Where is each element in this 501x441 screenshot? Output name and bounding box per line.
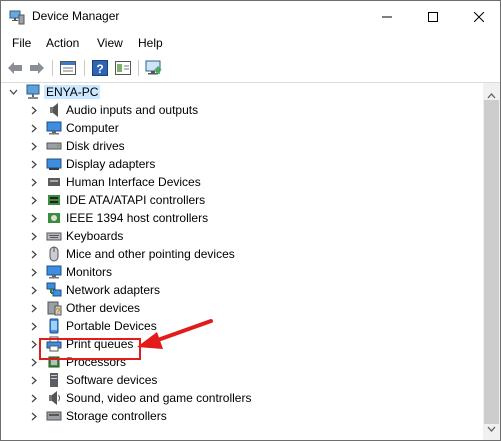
ide-controller-icon [46,192,62,208]
monitor-icon [46,264,62,280]
scroll-down-icon[interactable] [487,421,496,435]
tree-item-computer[interactable]: Computer [1,119,483,137]
tree-item-label: Display adapters [66,157,156,171]
device-manager-app-icon [9,9,25,25]
disk-drive-icon [46,138,62,154]
vertical-scrollbar[interactable] [483,83,500,440]
scrollbar-thumb[interactable] [484,100,499,424]
chevron-right-icon[interactable] [28,407,40,425]
chevron-right-icon[interactable] [28,137,40,155]
tree-item-sound-video-and-game-controllers[interactable]: Sound, video and game controllers [1,389,483,407]
tree-item-label: Disk drives [66,139,125,153]
tree-item-label: Storage controllers [66,409,167,423]
tree-item-ieee-1394-host-controllers[interactable]: IEEE 1394 host controllers [1,209,483,227]
display-adapter-icon [46,156,62,172]
minimize-button[interactable] [364,1,410,32]
tree-item-label: IDE ATA/ATAPI controllers [66,193,206,207]
window-title: Device Manager [32,9,120,23]
tree-item-mice-and-other-pointing-devices[interactable]: Mice and other pointing devices [1,245,483,263]
monitor-icon [46,120,62,136]
forward-arrow-icon[interactable] [27,58,47,78]
chevron-right-icon[interactable] [28,119,40,137]
chevron-right-icon[interactable] [28,389,40,407]
properties-grid-icon[interactable] [58,58,78,78]
menu-help[interactable]: Help [138,36,163,50]
software-device-icon [46,372,62,388]
storage-icon [46,408,62,424]
tree-root[interactable]: ENYA-PC [1,83,483,101]
menu-file[interactable]: File [12,36,31,50]
tree-item-software-devices[interactable]: Software devices [1,371,483,389]
tree-item-label: Sound, video and game controllers [66,391,252,405]
tree-item-label: Monitors [66,265,113,279]
tree-item-label: Network adapters [66,283,161,297]
svg-text:?: ? [96,62,103,76]
other-device-icon: ? [46,300,62,316]
chevron-right-icon[interactable] [28,281,40,299]
chevron-right-icon[interactable] [28,155,40,173]
mouse-icon [46,246,62,262]
tree-item-keyboards[interactable]: Keyboards [1,227,483,245]
tree-item-label: Audio inputs and outputs [66,103,199,117]
chevron-right-icon[interactable] [28,245,40,263]
chevron-right-icon[interactable] [28,101,40,119]
chevron-right-icon[interactable] [28,371,40,389]
portable-device-icon [46,318,62,334]
maximize-button[interactable] [410,1,456,32]
tree-item-label: Software devices [66,373,158,387]
chevron-right-icon[interactable] [28,317,40,335]
chevron-right-icon[interactable] [28,173,40,191]
red-arrow-icon [137,319,213,349]
device-manager-window: Device Manager File Action View Help ? E… [0,0,501,441]
tree-item-storage-controllers[interactable]: Storage controllers [1,407,483,425]
tree-item-label: IEEE 1394 host controllers [66,211,209,225]
tree-item-ide-ata-atapi-controllers[interactable]: IDE ATA/ATAPI controllers [1,191,483,209]
menu-action[interactable]: Action [46,36,79,50]
scan-hardware-icon[interactable] [144,58,164,78]
keyboard-icon [46,228,62,244]
device-tree: ENYA-PC Audio inputs and outputs Computer… [1,83,483,440]
tree-root-label: ENYA-PC [44,85,101,99]
menu-view[interactable]: View [97,36,123,50]
speaker-icon [46,102,62,118]
chevron-right-icon[interactable] [28,299,40,317]
tree-item-display-adapters[interactable]: Display adapters [1,155,483,173]
ieee1394-icon [46,210,62,226]
tree-item-label: Mice and other pointing devices [66,247,235,261]
chevron-down-icon[interactable] [7,83,19,101]
tree-item-label: Other devices [66,301,141,315]
tree-item-human-interface-devices[interactable]: Human Interface Devices [1,173,483,191]
computer-icon [25,84,41,100]
network-icon [46,282,62,298]
chevron-right-icon[interactable] [28,209,40,227]
tree-item-network-adapters[interactable]: Network adapters [1,281,483,299]
help-icon[interactable]: ? [90,58,110,78]
tree-item-disk-drives[interactable]: Disk drives [1,137,483,155]
chevron-right-icon[interactable] [28,227,40,245]
chevron-right-icon[interactable] [28,191,40,209]
tree-item-label: Computer [66,121,119,135]
sound-icon [46,390,62,406]
title-bar[interactable]: Device Manager [1,1,500,32]
close-button[interactable] [456,1,500,32]
svg-text:?: ? [56,307,61,316]
tree-item-portable-devices[interactable]: Portable Devices [1,317,483,335]
menu-bar: File Action View Help [1,32,500,54]
tree-item-label: Human Interface Devices [66,175,201,189]
hid-icon [46,174,62,190]
print-queues-highlight-box [39,338,141,360]
tree-item-monitors[interactable]: Monitors [1,263,483,281]
chevron-right-icon[interactable] [28,263,40,281]
tree-item-audio-inputs-and-outputs[interactable]: Audio inputs and outputs [1,101,483,119]
tree-item-other-devices[interactable]: ? Other devices [1,299,483,317]
view-toggle-icon[interactable] [113,58,133,78]
back-arrow-icon[interactable] [5,58,25,78]
tree-item-label: Keyboards [66,229,124,243]
toolbar: ? [1,54,500,83]
